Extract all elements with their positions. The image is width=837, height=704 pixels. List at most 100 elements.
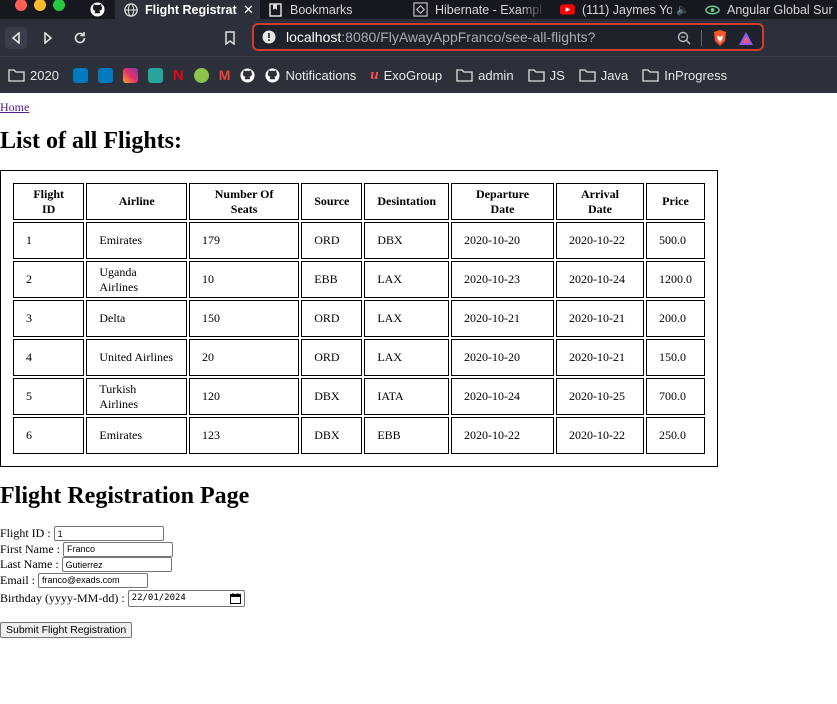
cell-destination: LAX (364, 300, 450, 337)
first-name-label: First Name : (0, 541, 60, 556)
cell-source: ORD (301, 339, 363, 376)
brave-rewards-icon[interactable] (738, 31, 754, 46)
bookmark-notifications[interactable]: Notifications (265, 68, 356, 83)
flight-id-label: Flight ID : (0, 526, 51, 541)
cell-price: 200.0 (645, 300, 705, 337)
minimize-window-button[interactable] (34, 0, 46, 11)
bookmark-folder-admin[interactable]: admin (456, 67, 514, 83)
url-path: :8080/FlyAwayAppFranco/see-all-flights? (341, 29, 596, 45)
table-header-row: Flight ID Airline Number Of Seats Source Des… (13, 183, 705, 220)
close-window-button[interactable] (15, 0, 27, 11)
column-header-destination: Desintation (364, 183, 450, 220)
bookmark-folder-inprogress[interactable]: InProgress (642, 68, 727, 83)
cell-airline: United Airlines (86, 339, 188, 376)
cell-price: 1200.0 (645, 261, 705, 298)
address-bar[interactable]: localhost:8080/FlyAwayAppFranco/see-all-… (252, 23, 764, 51)
last-name-input[interactable] (61, 557, 172, 573)
cell-departure-date: 2020-10-20 (451, 339, 554, 376)
bookmark-exogroup[interactable]: u ExoGroup (370, 67, 442, 84)
folder-icon (527, 68, 545, 82)
cell-departure-date: 2020-10-23 (451, 261, 554, 298)
site-info-icon[interactable] (262, 30, 276, 44)
cell-flight-id: 3 (13, 300, 85, 337)
email-label: Email : (0, 572, 35, 587)
bookmark-folder-java[interactable]: Java (579, 68, 628, 83)
email-input[interactable] (38, 572, 148, 588)
cell-flight-id: 1 (13, 222, 85, 259)
github-icon (265, 67, 280, 83)
cell-flight-id: 6 (13, 417, 85, 454)
close-tab-icon[interactable]: ✕ (243, 2, 254, 18)
flight-id-input[interactable] (53, 526, 164, 542)
bookmark-trello-2[interactable] (97, 67, 113, 83)
bookmark-folder-js[interactable]: JS (527, 67, 565, 83)
reload-icon (74, 32, 86, 44)
tab-bar: Flight Registrat ✕ Bookmarks Hibernate -… (0, 0, 837, 19)
bookmark-github[interactable] (240, 67, 255, 83)
forward-arrow-icon (44, 32, 53, 44)
cell-airline: Emirates (86, 222, 188, 259)
email-row: Email : (0, 572, 837, 589)
cell-destination: IATA (364, 378, 450, 415)
column-header-airline: Airline (86, 183, 188, 220)
cell-number-of-seats: 10 (189, 261, 300, 298)
forward-button[interactable] (37, 27, 59, 49)
tab-angular[interactable]: Angular Global Sur (705, 0, 837, 19)
tab-youtube[interactable]: (111) Jaymes Yo 🔈 (560, 0, 695, 19)
column-header-price: Price (645, 183, 705, 220)
cell-departure-date: 2020-10-24 (451, 378, 554, 415)
bookmark-outline-icon (225, 31, 235, 45)
cell-number-of-seats: 179 (189, 222, 300, 259)
cell-source: DBX (301, 378, 363, 415)
first-name-input[interactable] (63, 541, 173, 557)
cell-destination: DBX (364, 222, 450, 259)
back-button[interactable] (5, 27, 27, 49)
tab-bookmarks[interactable]: Bookmarks (268, 0, 398, 19)
flights-list-title: List of all Flights: (0, 128, 183, 154)
youtube-icon (560, 2, 575, 17)
submit-registration-button[interactable]: Submit Flight Registration (0, 622, 133, 638)
github-icon (240, 67, 255, 83)
cell-price: 250.0 (645, 417, 705, 454)
github-icon (90, 2, 105, 17)
bookmark-folder-2020[interactable]: 2020 (8, 68, 59, 83)
folder-icon (8, 68, 25, 82)
speaker-icon[interactable]: 🔈 (676, 3, 690, 16)
tab-title: Angular Global Sur (727, 2, 833, 17)
bookmark-green-app[interactable] (193, 67, 209, 83)
calendar-icon[interactable] (229, 592, 241, 604)
cell-destination: LAX (364, 261, 450, 298)
bookmark-trello-1[interactable] (72, 67, 88, 83)
column-header-flight-id: Flight ID (13, 183, 85, 220)
gmail-icon: M (218, 67, 231, 83)
cell-departure-date: 2020-10-21 (451, 300, 554, 337)
bookmark-label: ExoGroup (383, 67, 443, 83)
bookmark-gmail[interactable]: M (219, 67, 231, 83)
tab-hibernate[interactable]: Hibernate - Exampl (413, 0, 546, 19)
folder-icon (642, 68, 659, 82)
browser-chrome: Flight Registrat ✕ Bookmarks Hibernate -… (0, 0, 837, 93)
tab-title: Hibernate - Exampl (435, 2, 542, 17)
home-link[interactable]: Home (0, 100, 29, 115)
brave-shields-icon[interactable] (712, 29, 728, 47)
cell-airline: Emirates (86, 417, 188, 454)
maximize-window-button[interactable] (53, 0, 65, 11)
bookmark-instagram[interactable] (122, 67, 138, 83)
birthday-label: Birthday (yyyy-MM-dd) : (0, 590, 125, 605)
bookmark-netflix[interactable]: N (173, 67, 184, 84)
cell-number-of-seats: 20 (189, 339, 300, 376)
bookmark-page-button[interactable] (219, 27, 241, 49)
cell-arrival-date: 2020-10-24 (556, 261, 644, 298)
cell-departure-date: 2020-10-22 (451, 417, 554, 454)
reload-button[interactable] (69, 27, 91, 49)
netflix-icon: N (172, 66, 184, 84)
tab-flight-registration[interactable]: Flight Registrat ✕ (115, 0, 260, 19)
bookmark-label: admin (478, 67, 514, 83)
pinned-tab-github[interactable] (90, 0, 108, 19)
birthday-date-input[interactable]: 22/01/2024 (127, 589, 245, 607)
bookmark-label: JS (549, 67, 565, 83)
zoom-icon[interactable] (677, 31, 691, 45)
bookmark-label: 2020 (30, 67, 59, 83)
globe-icon (123, 2, 138, 17)
bookmark-d-app[interactable] (147, 67, 163, 83)
